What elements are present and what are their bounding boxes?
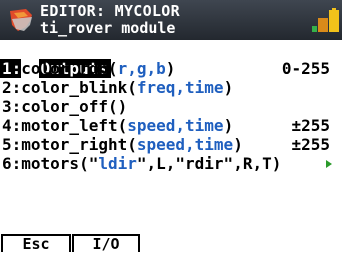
menu-item-number: 6: xyxy=(2,154,22,173)
function-name: color_rgb( xyxy=(21,59,118,78)
menu-item-motors[interactable]: 6:motors("ldir",L,"rdir",R,T) xyxy=(0,154,342,173)
function-name: motor_left( xyxy=(21,116,128,135)
function-close: ",L,"rdir",R,T) xyxy=(136,154,282,173)
menu-item-motor-right[interactable]: 5:motor_right(speed,time) ±255 xyxy=(0,135,342,154)
editor-title: EDITOR: MYCOLOR xyxy=(40,2,180,20)
function-close: ) xyxy=(223,78,234,97)
function-close: ) xyxy=(223,116,234,135)
battery-icon xyxy=(312,8,339,32)
menu-item-number: 2: xyxy=(2,78,22,97)
menu-item-color-off[interactable]: 3:color_off() xyxy=(0,97,342,116)
menu-heading-row: Outputs xyxy=(0,40,342,78)
function-args: speed,time xyxy=(136,135,234,154)
menu-item-motor-left[interactable]: 4:motor_left(speed,time) ±255 xyxy=(0,116,342,135)
menu-item-number: 5: xyxy=(2,135,22,154)
menu-item-number: 4: xyxy=(2,116,22,135)
menu-item-color-blink[interactable]: 2:color_blink(freq,time) xyxy=(0,78,342,97)
menu-item-color-rgb[interactable]: 1:color_rgb(r,g,b) 0-255 xyxy=(0,59,342,78)
title-bar: EDITOR: MYCOLOR ti_rover module xyxy=(0,0,342,40)
ti-logo-icon xyxy=(10,9,32,31)
function-args: freq,time xyxy=(136,78,224,97)
value-range: 0-255 xyxy=(281,59,330,78)
module-subtitle: ti_rover module xyxy=(40,19,176,37)
function-name: motor_right( xyxy=(21,135,137,154)
function-name: color_off() xyxy=(21,97,128,116)
function-name: color_blink( xyxy=(21,78,137,97)
value-range: ±255 xyxy=(291,135,330,154)
function-close: ) xyxy=(233,135,243,154)
function-name: motors(" xyxy=(21,154,99,173)
function-args: r,g,b xyxy=(117,59,166,78)
value-range: ±255 xyxy=(291,116,330,135)
chevron-right-icon xyxy=(326,160,332,168)
esc-softkey[interactable]: Esc xyxy=(1,234,71,253)
menu-item-number: 3: xyxy=(2,97,22,116)
menu-panel: Outputs 1:color_rgb(r,g,b) 0-255 2:color_… xyxy=(0,40,342,173)
menu-item-number: 1: xyxy=(0,59,22,78)
function-close: ) xyxy=(165,59,176,78)
function-args: speed,time xyxy=(127,116,224,135)
function-args: ldir xyxy=(98,154,137,173)
io-softkey[interactable]: I/O xyxy=(72,234,140,253)
